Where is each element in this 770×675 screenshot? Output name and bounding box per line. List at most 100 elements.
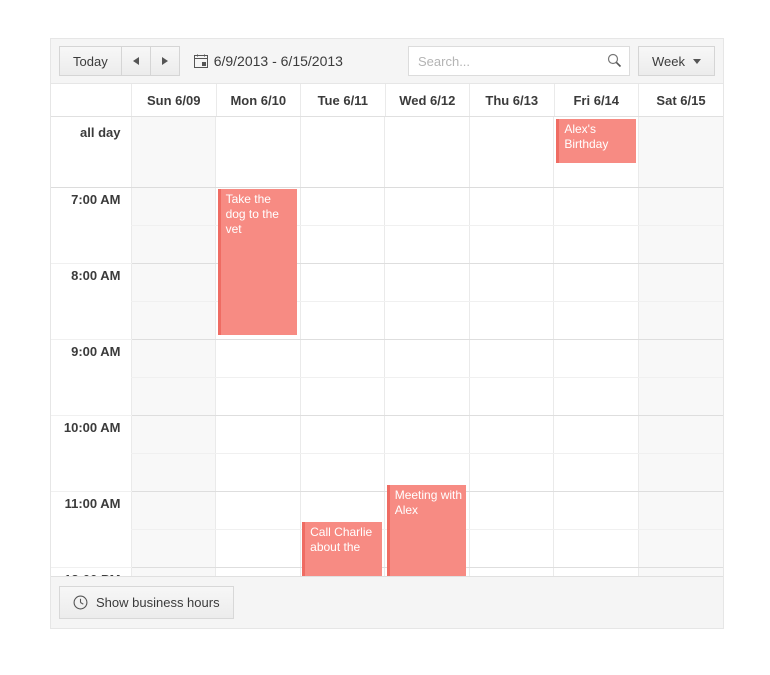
slot-2-b-0[interactable] <box>130 377 216 416</box>
slot-2-a-3[interactable] <box>384 339 470 378</box>
slot-2-b-3[interactable] <box>384 377 470 416</box>
slot-2-a-5[interactable] <box>553 339 639 378</box>
today-button[interactable]: Today <box>59 46 122 76</box>
all-day-cell-0[interactable] <box>130 117 216 188</box>
slot-1-a-0[interactable] <box>130 263 216 302</box>
slot-4-a-0[interactable] <box>130 491 216 530</box>
slot-4-a-4[interactable] <box>468 491 554 530</box>
slot-1-a-2[interactable] <box>299 263 385 302</box>
toolbar-right-group: Week <box>408 46 715 76</box>
slot-0-a-2[interactable] <box>299 188 385 226</box>
slot-2-b-4[interactable] <box>468 377 554 416</box>
slot-5-a-1[interactable] <box>215 567 301 576</box>
slot-4-b-6[interactable] <box>637 529 723 568</box>
slot-0-a-4[interactable] <box>468 188 554 226</box>
slot-1-b-3[interactable] <box>384 301 470 340</box>
slot-0-b-0[interactable] <box>130 225 216 264</box>
slot-4-b-5[interactable] <box>553 529 639 568</box>
slot-1-b-2[interactable] <box>299 301 385 340</box>
slot-1-b-5[interactable] <box>553 301 639 340</box>
slot-0-b-2[interactable] <box>299 225 385 264</box>
slot-0-a-6[interactable] <box>637 188 723 226</box>
all-day-cell-4[interactable] <box>468 117 554 188</box>
slot-4-b-0[interactable] <box>130 529 216 568</box>
all-day-event[interactable]: Alex's Birthday <box>556 119 636 163</box>
slot-0-b-3[interactable] <box>384 225 470 264</box>
slot-3-a-6[interactable] <box>637 415 723 454</box>
slot-1-b-4[interactable] <box>468 301 554 340</box>
search-input[interactable] <box>408 46 630 76</box>
all-day-cell-5[interactable]: Alex's Birthday <box>553 117 639 188</box>
slot-2-b-2[interactable] <box>299 377 385 416</box>
slot-2-a-2[interactable] <box>299 339 385 378</box>
slot-1-a-5[interactable] <box>553 263 639 302</box>
date-range: 6/9/2013 - 6/15/2013 <box>193 53 343 69</box>
calendar-event[interactable]: Call Charlie about the <box>302 522 382 576</box>
time-row-2-b <box>51 377 723 416</box>
chevron-down-icon <box>693 58 701 64</box>
slot-4-b-1[interactable] <box>215 529 301 568</box>
slot-2-a-1[interactable] <box>215 339 301 378</box>
slot-3-b-5[interactable] <box>553 453 639 492</box>
slot-2-b-5[interactable] <box>553 377 639 416</box>
slot-4-a-6[interactable] <box>637 491 723 530</box>
slot-3-b-0[interactable] <box>130 453 216 492</box>
slot-0-b-6[interactable] <box>637 225 723 264</box>
slot-1-b-0[interactable] <box>130 301 216 340</box>
all-day-cell-2[interactable] <box>299 117 385 188</box>
slot-0-a-5[interactable] <box>553 188 639 226</box>
time-row-0-a: 7:00 AM <box>51 188 723 264</box>
slot-5-a-0[interactable] <box>130 567 216 576</box>
slot-3-a-3[interactable] <box>384 415 470 454</box>
slot-3-a-0[interactable] <box>130 415 216 454</box>
slot-5-a-5[interactable] <box>553 567 639 576</box>
time-label-3: 10:00 AM <box>51 415 131 492</box>
next-week-button[interactable] <box>149 46 180 76</box>
slot-3-b-4[interactable] <box>468 453 554 492</box>
time-grid-scroll[interactable]: 7:00 AM8:00 AM9:00 AM10:00 AM11:00 AM12:… <box>51 188 723 576</box>
previous-week-button[interactable] <box>120 46 151 76</box>
view-select-label: Week <box>652 53 685 69</box>
slot-3-b-1[interactable] <box>215 453 301 492</box>
calendar-icon <box>193 54 208 68</box>
slot-2-b-1[interactable] <box>215 377 301 416</box>
day-header-0: Sun 6/09 <box>131 84 216 117</box>
search-icon[interactable] <box>607 53 622 68</box>
slot-0-a-3[interactable] <box>384 188 470 226</box>
show-business-hours-button[interactable]: Show business hours <box>59 586 234 619</box>
slot-5-a-6[interactable] <box>637 567 723 576</box>
all-day-cell-3[interactable] <box>384 117 470 188</box>
slot-2-a-6[interactable] <box>637 339 723 378</box>
slot-1-a-6[interactable] <box>637 263 723 302</box>
slot-4-a-1[interactable] <box>215 491 301 530</box>
slot-3-b-2[interactable] <box>299 453 385 492</box>
slot-4-a-5[interactable] <box>553 491 639 530</box>
slot-3-a-4[interactable] <box>468 415 554 454</box>
show-business-hours-label: Show business hours <box>96 595 220 610</box>
day-header-1: Mon 6/10 <box>215 84 301 117</box>
slot-3-a-5[interactable] <box>553 415 639 454</box>
calendar-event[interactable]: Take the dog to the vet <box>217 189 298 335</box>
slot-1-b-6[interactable] <box>637 301 723 340</box>
search-container <box>408 46 630 76</box>
slot-0-b-4[interactable] <box>468 225 554 264</box>
slot-2-a-0[interactable] <box>130 339 216 378</box>
slot-3-a-1[interactable] <box>215 415 301 454</box>
all-day-cell-6[interactable] <box>637 117 723 188</box>
day-header-4: Thu 6/13 <box>469 84 554 117</box>
slot-2-b-6[interactable] <box>637 377 723 416</box>
time-row-0-b <box>51 225 723 264</box>
slot-0-a-0[interactable] <box>130 188 216 226</box>
view-select-button[interactable]: Week <box>638 46 715 76</box>
slot-4-b-4[interactable] <box>468 529 554 568</box>
slot-0-b-5[interactable] <box>553 225 639 264</box>
slot-3-b-6[interactable] <box>637 453 723 492</box>
all-day-cell-1[interactable] <box>215 117 301 188</box>
navigation-button-group: Today <box>59 46 180 76</box>
slot-1-a-3[interactable] <box>384 263 470 302</box>
slot-1-a-4[interactable] <box>468 263 554 302</box>
slot-3-a-2[interactable] <box>299 415 385 454</box>
slot-5-a-4[interactable] <box>468 567 554 576</box>
calendar-event[interactable]: Meeting with Alex <box>386 485 467 576</box>
slot-2-a-4[interactable] <box>468 339 554 378</box>
